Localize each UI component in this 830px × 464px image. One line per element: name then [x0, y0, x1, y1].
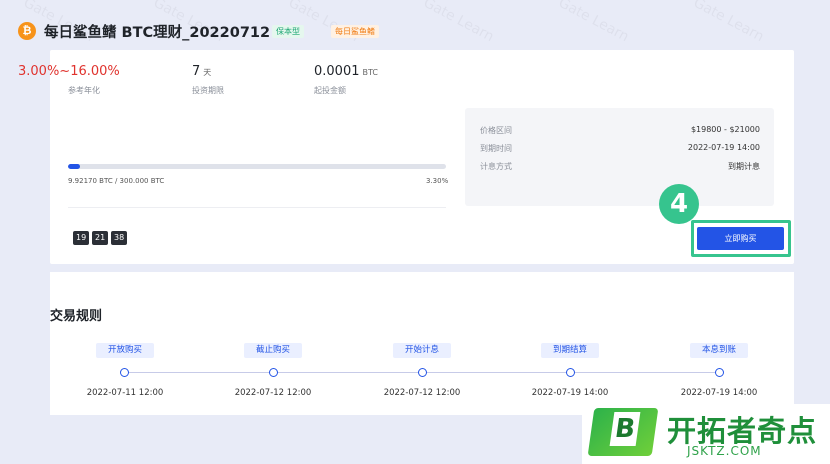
- expiry-time-label: 到期时间: [480, 144, 512, 153]
- countdown-minutes: 21: [92, 231, 109, 245]
- timeline-dot: [418, 368, 427, 377]
- min-amount-label: 起投金额: [314, 86, 346, 95]
- timeline-dot: [566, 368, 575, 377]
- timeline-dot: [269, 368, 278, 377]
- min-amount-value: 0.0001 BTC: [314, 64, 378, 79]
- timeline-step-date: 2022-07-19 14:00: [680, 388, 758, 398]
- price-range-value: $19800 - $21000: [690, 125, 760, 134]
- timeline-step-label: 开放购买: [96, 343, 154, 358]
- progress-amount-text: 9.92170 BTC / 300.000 BTC: [68, 177, 165, 185]
- buy-now-button[interactable]: 立即购买: [697, 227, 784, 250]
- site-logo-url: JSKTZ.COM: [687, 444, 762, 458]
- progress-percent-text: 3.30%: [426, 177, 449, 185]
- watermark: Gate Learn: [556, 0, 632, 45]
- bitcoin-icon: ₿: [18, 22, 36, 40]
- watermark: Gate Learn: [286, 0, 362, 45]
- timeline-step-label: 开始计息: [393, 343, 451, 358]
- price-range-row: 价格区间 $19800 - $21000: [480, 125, 760, 137]
- term-label: 投资期限: [192, 86, 224, 95]
- term-value: 7天: [192, 64, 212, 79]
- interest-method-row: 计息方式 到期计息: [480, 161, 760, 173]
- price-range-label: 价格区间: [480, 126, 512, 135]
- step-number-badge: 4: [659, 184, 699, 224]
- shark-fin-badge: 每日鲨鱼鳍: [331, 25, 379, 38]
- site-logo-letter: B: [609, 412, 641, 446]
- expiry-time-value: 2022-07-19 14:00: [687, 143, 760, 152]
- interest-method-value: 到期计息: [728, 162, 760, 171]
- product-title: 每日鲨鱼鳍 BTC理财_20220712: [44, 25, 271, 41]
- annual-yield-value: 3.00%~16.00%: [18, 64, 120, 79]
- product-info-panel: 价格区间 $19800 - $21000 到期时间 2022-07-19 14:…: [465, 108, 774, 206]
- timeline-dot: [715, 368, 724, 377]
- annual-yield-label: 参考年化: [68, 86, 100, 95]
- interest-method-label: 计息方式: [480, 162, 512, 171]
- subscription-progress-bar: [68, 164, 446, 169]
- timeline-step-label: 本息到账: [690, 343, 748, 358]
- timeline-step-date: 2022-07-11 12:00: [86, 388, 164, 398]
- progress-fill: [68, 164, 81, 169]
- timeline-step-date: 2022-07-19 14:00: [531, 388, 609, 398]
- trading-rules-title: 交易规则: [50, 309, 103, 324]
- watermark: Gate Learn: [421, 0, 497, 45]
- timeline-step-date: 2022-07-12 12:00: [234, 388, 312, 398]
- timeline-step-label: 到期结算: [541, 343, 599, 358]
- expiry-time-row: 到期时间 2022-07-19 14:00: [480, 143, 760, 155]
- countdown-seconds: 38: [111, 231, 128, 245]
- timeline-step-label: 截止购买: [244, 343, 302, 358]
- card-divider: [68, 207, 446, 208]
- timeline-step-date: 2022-07-12 12:00: [383, 388, 461, 398]
- watermark: Gate Learn: [691, 0, 767, 45]
- timeline-dot: [120, 368, 129, 377]
- principal-protected-badge: 保本型: [272, 25, 304, 38]
- countdown-hours: 19: [73, 231, 90, 245]
